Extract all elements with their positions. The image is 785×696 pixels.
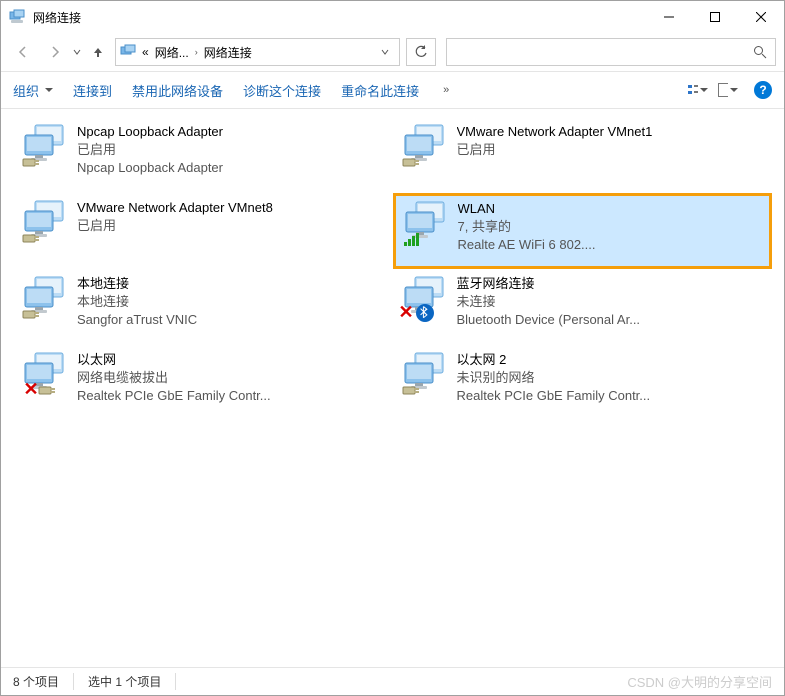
status-badge-icon [401, 151, 421, 171]
address-row: « 网络... › 网络连接 [1, 33, 784, 71]
item-status: 本地连接 [77, 293, 385, 311]
view-options-button[interactable] [688, 80, 708, 100]
connection-item[interactable]: 本地连接本地连接Sangfor aTrust VNIC [13, 269, 393, 345]
maximize-button[interactable] [692, 1, 738, 33]
forward-button[interactable] [41, 38, 69, 66]
network-icon [21, 123, 69, 171]
connection-item[interactable]: ✕ 蓝牙网络连接未连接Bluetooth Device (Personal Ar.… [393, 269, 773, 345]
status-bar: 8 个项目 选中 1 个项目 CSDN @大明的分享空间 [1, 667, 784, 695]
item-detail: Realtek PCIe GbE Family Contr... [457, 387, 765, 405]
item-status: 已启用 [457, 141, 765, 159]
command-bar: 组织 连接到 禁用此网络设备 诊断这个连接 重命名此连接 » ? [1, 71, 784, 109]
item-detail: Npcap Loopback Adapter [77, 159, 385, 177]
item-text: 以太网网络电缆被拔出Realtek PCIe GbE Family Contr.… [77, 351, 385, 406]
item-name: VMware Network Adapter VMnet1 [457, 123, 765, 141]
item-count: 8 个项目 [13, 673, 74, 690]
breadcrumb-root[interactable]: « [142, 45, 149, 59]
status-badge-icon [21, 303, 41, 323]
search-icon [753, 45, 767, 59]
organize-menu[interactable]: 组织 [13, 81, 53, 100]
watermark: CSDN @大明的分享空间 [627, 672, 772, 691]
connection-item[interactable]: VMware Network Adapter VMnet8已启用 [13, 193, 393, 269]
connection-item[interactable]: VMware Network Adapter VMnet1已启用 [393, 117, 773, 193]
item-text: 以太网 2未识别的网络Realtek PCIe GbE Family Contr… [457, 351, 765, 406]
selected-count: 选中 1 个项目 [88, 673, 176, 690]
connect-to-button[interactable]: 连接到 [73, 81, 112, 100]
item-status: 未连接 [457, 293, 765, 311]
search-input[interactable] [446, 38, 776, 66]
disable-device-button[interactable]: 禁用此网络设备 [132, 81, 223, 100]
network-icon [401, 351, 449, 399]
address-bar[interactable]: « 网络... › 网络连接 [115, 38, 400, 66]
close-button[interactable] [738, 1, 784, 33]
item-name: 以太网 [77, 351, 385, 369]
item-text: 本地连接本地连接Sangfor aTrust VNIC [77, 275, 385, 330]
item-detail: Realtek PCIe GbE Family Contr... [77, 387, 385, 405]
network-icon [401, 123, 449, 171]
item-text: WLAN7, 共享的Realte AE WiFi 6 802.... [458, 200, 764, 255]
back-button[interactable] [9, 38, 37, 66]
item-status: 网络电缆被拔出 [77, 369, 385, 387]
chevron-right-icon[interactable]: › [195, 47, 198, 57]
item-text: VMware Network Adapter VMnet1已启用 [457, 123, 765, 159]
network-icon [21, 275, 69, 323]
network-icon [402, 200, 450, 248]
help-button[interactable]: ? [754, 81, 772, 99]
up-button[interactable] [91, 45, 105, 59]
window-title: 网络连接 [33, 9, 646, 26]
item-status: 7, 共享的 [458, 218, 764, 236]
breadcrumb-1[interactable]: 网络... [155, 44, 189, 61]
item-detail: Sangfor aTrust VNIC [77, 311, 385, 329]
recent-dropdown[interactable] [73, 48, 81, 56]
item-text: VMware Network Adapter VMnet8已启用 [77, 199, 385, 235]
item-name: VMware Network Adapter VMnet8 [77, 199, 385, 217]
overflow-button[interactable]: » [439, 84, 453, 96]
title-bar: 网络连接 [1, 1, 784, 33]
connection-item[interactable]: Npcap Loopback Adapter已启用Npcap Loopback … [13, 117, 393, 193]
panel-icon [120, 44, 136, 60]
breadcrumb-2[interactable]: 网络连接 [204, 44, 252, 61]
rename-button[interactable]: 重命名此连接 [341, 81, 419, 100]
refresh-button[interactable] [406, 38, 436, 66]
item-text: 蓝牙网络连接未连接Bluetooth Device (Personal Ar..… [457, 275, 765, 330]
status-badge-icon [21, 151, 41, 171]
item-name: Npcap Loopback Adapter [77, 123, 385, 141]
connection-item[interactable]: WLAN7, 共享的Realte AE WiFi 6 802.... [393, 193, 773, 269]
network-icon: ✕ [401, 275, 449, 323]
status-badge-icon: ✕ [21, 379, 41, 399]
preview-pane-button[interactable] [718, 80, 738, 100]
status-badge-icon [402, 228, 422, 248]
items-area: Npcap Loopback Adapter已启用Npcap Loopback … [1, 109, 784, 667]
view-controls: ? [688, 80, 772, 100]
item-detail: Realte AE WiFi 6 802.... [458, 236, 764, 254]
item-status: 未识别的网络 [457, 369, 765, 387]
status-badge-icon [401, 379, 421, 399]
item-detail: Bluetooth Device (Personal Ar... [457, 311, 765, 329]
minimize-button[interactable] [646, 1, 692, 33]
item-name: 以太网 2 [457, 351, 765, 369]
item-text: Npcap Loopback Adapter已启用Npcap Loopback … [77, 123, 385, 178]
network-icon [21, 199, 69, 247]
network-icon: ✕ [21, 351, 69, 399]
connection-item[interactable]: 以太网 2未识别的网络Realtek PCIe GbE Family Contr… [393, 345, 773, 421]
item-status: 已启用 [77, 217, 385, 235]
status-badge-icon [21, 227, 41, 247]
item-name: 本地连接 [77, 275, 385, 293]
app-icon [9, 9, 25, 25]
diagnose-button[interactable]: 诊断这个连接 [243, 81, 321, 100]
item-name: WLAN [458, 200, 764, 218]
item-name: 蓝牙网络连接 [457, 275, 765, 293]
connection-item[interactable]: ✕ 以太网网络电缆被拔出Realtek PCIe GbE Family Contr… [13, 345, 393, 421]
address-dropdown[interactable] [375, 48, 395, 56]
status-badge-icon: ✕ [401, 303, 421, 323]
item-status: 已启用 [77, 141, 385, 159]
